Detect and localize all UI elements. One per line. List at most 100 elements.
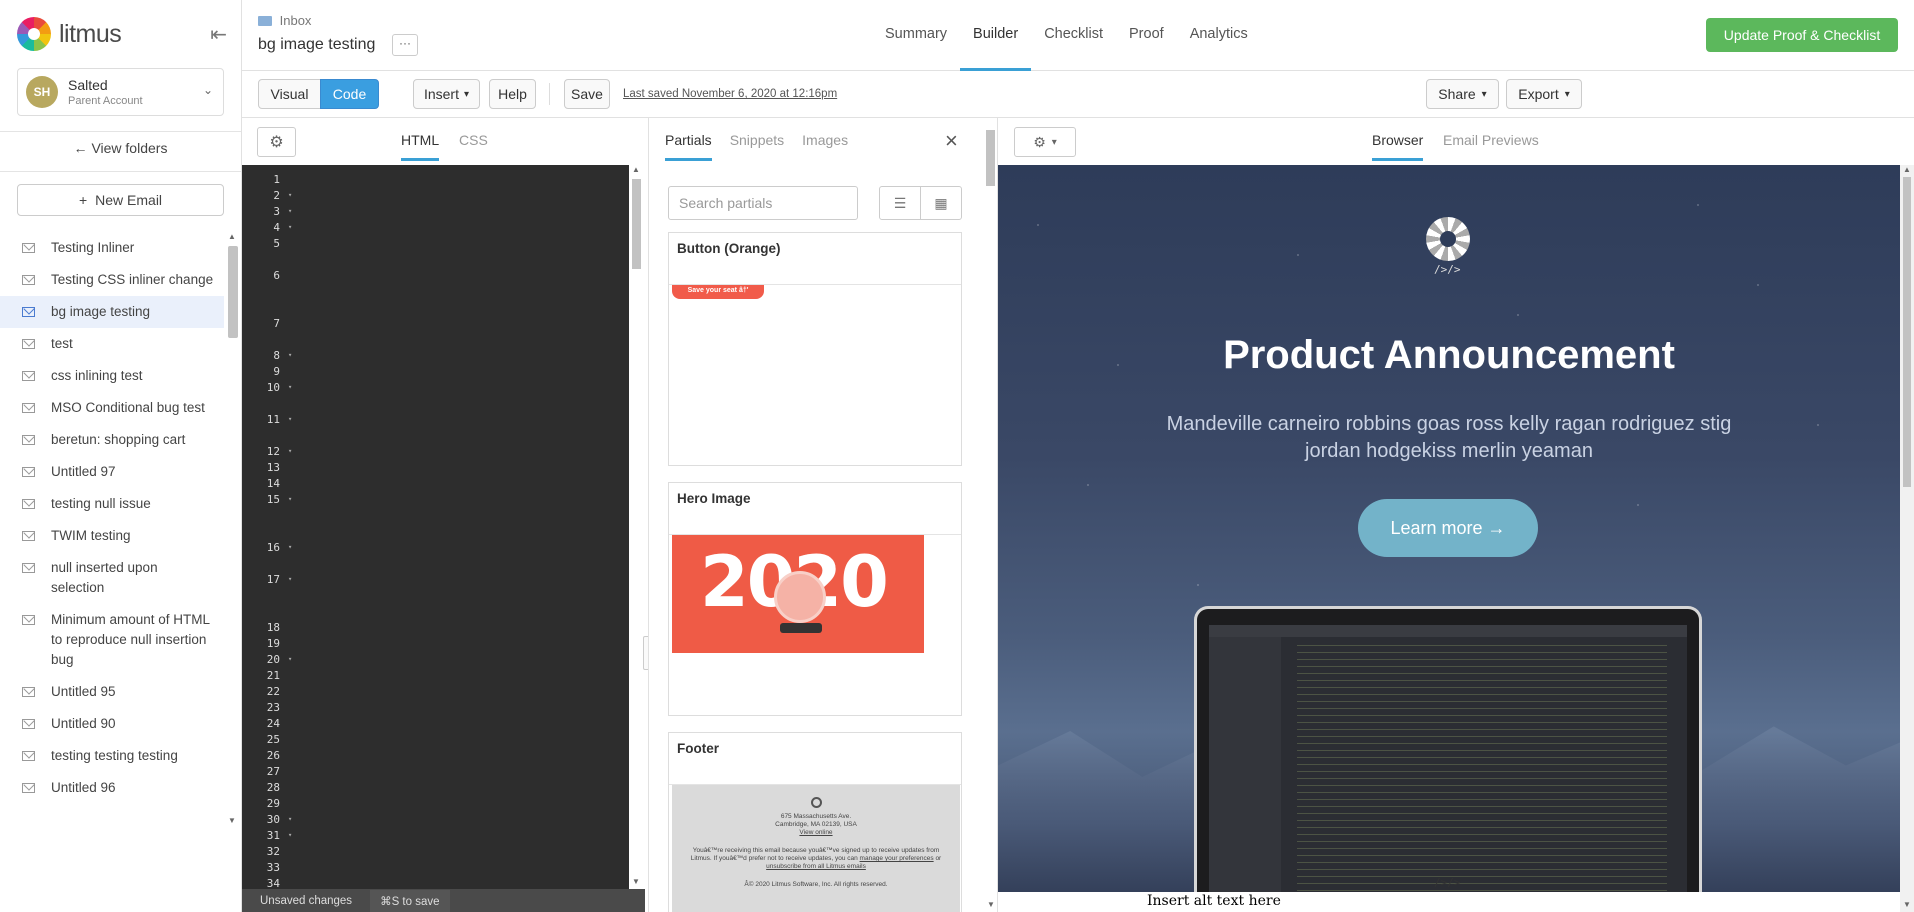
account-switcher[interactable]: SH Salted Parent Account ⌄	[17, 68, 224, 116]
list-item[interactable]: Minimum amount of HTML to reproduce null…	[0, 604, 224, 676]
scrollbar-thumb[interactable]	[1903, 177, 1911, 487]
scrollbar-thumb[interactable]	[632, 179, 641, 269]
list-item[interactable]: Untitled 95	[0, 676, 224, 708]
new-email-button[interactable]: + New Email	[17, 184, 224, 216]
fold-arrow-icon[interactable]: ▾	[288, 815, 292, 823]
plus-icon: +	[78, 192, 88, 208]
screen-code-lines	[1297, 645, 1667, 892]
update-proof-checklist-button[interactable]: Update Proof & Checklist	[1706, 18, 1898, 52]
fold-arrow-icon[interactable]: ▾	[288, 223, 292, 231]
partial-card-hero[interactable]: Hero Image 2020	[668, 482, 962, 716]
scroll-down-icon[interactable]: ▼	[228, 816, 236, 825]
last-saved-link[interactable]: Last saved November 6, 2020 at 12:16pm	[623, 88, 837, 100]
preview-pane: ⚙ ▾ Browser Email Previews />/> Product …	[998, 118, 1914, 912]
scroll-up-icon[interactable]: ▲	[1903, 165, 1911, 174]
search-partials-input[interactable]: Search partials	[668, 186, 858, 220]
list-item[interactable]: Testing CSS inliner change	[0, 264, 224, 296]
list-item[interactable]: Untitled 90	[0, 708, 224, 740]
laptop-image	[1194, 606, 1702, 892]
fold-arrow-icon[interactable]: ▾	[288, 207, 292, 215]
breadcrumb[interactable]: Inbox	[258, 13, 311, 28]
tab-snippets[interactable]: Snippets	[730, 132, 784, 161]
list-item[interactable]: testing testing testing	[0, 740, 224, 772]
close-icon[interactable]: ×	[945, 128, 958, 154]
tab-analytics[interactable]: Analytics	[1177, 0, 1261, 71]
fold-arrow-icon[interactable]: ▾	[288, 351, 292, 359]
fold-arrow-icon[interactable]: ▾	[288, 191, 292, 199]
list-item[interactable]: test	[0, 328, 224, 360]
code-mode-button[interactable]: Code	[320, 79, 379, 109]
gear-icon[interactable]: ⚙	[257, 127, 296, 157]
list-item[interactable]: testing null issue	[0, 488, 224, 520]
line-number: 10	[266, 381, 280, 394]
scroll-down-icon[interactable]: ▼	[987, 900, 995, 909]
fold-arrow-icon[interactable]: ▾	[288, 495, 292, 503]
line-number: 17	[266, 573, 280, 586]
sidebar-scrollbar[interactable]: ▲ ▼	[228, 232, 238, 828]
tab-summary[interactable]: Summary	[872, 0, 960, 71]
insert-dropdown[interactable]: Insert ▾	[413, 79, 480, 109]
scroll-down-icon[interactable]: ▼	[1903, 900, 1911, 909]
fold-arrow-icon[interactable]: ▾	[288, 415, 292, 423]
share-dropdown[interactable]: Share ▾	[1426, 79, 1499, 109]
collapse-sidebar-icon[interactable]: ⇤	[210, 22, 227, 47]
line-number: 24	[266, 717, 280, 730]
main-nav: Summary Builder Checklist Proof Analytic…	[872, 0, 1261, 71]
list-item[interactable]: beretun: shopping cart	[0, 424, 224, 456]
list-item[interactable]: null inserted upon selection	[0, 552, 224, 604]
learn-more-button[interactable]: Learn more →	[1358, 499, 1538, 557]
view-folders-link[interactable]: ← View folders	[0, 140, 241, 162]
fold-arrow-icon[interactable]: ▾	[288, 383, 292, 391]
scrollbar-thumb[interactable]	[228, 246, 238, 338]
tab-browser[interactable]: Browser	[1372, 132, 1424, 161]
save-button[interactable]: Save	[564, 79, 610, 109]
fold-arrow-icon[interactable]: ▾	[288, 575, 292, 583]
tab-css[interactable]: CSS	[459, 132, 488, 158]
preview-scrollbar[interactable]: ▲ ▼	[1900, 165, 1914, 912]
scroll-down-icon[interactable]: ▼	[632, 877, 640, 886]
list-item[interactable]: Untitled 96	[0, 772, 224, 804]
tab-checklist[interactable]: Checklist	[1031, 0, 1116, 71]
scroll-up-icon[interactable]: ▲	[228, 232, 236, 241]
fold-arrow-icon[interactable]: ▾	[288, 447, 292, 455]
fold-arrow-icon[interactable]: ▾	[288, 543, 292, 551]
list-item-label: TWIM testing	[51, 528, 131, 543]
list-item[interactable]: css inlining test	[0, 360, 224, 392]
partial-card-button[interactable]: Button (Orange) Save your seat â†'	[668, 232, 962, 466]
fold-arrow-icon[interactable]: ▾	[288, 831, 292, 839]
mail-icon	[22, 275, 35, 285]
scroll-up-icon[interactable]: ▲	[632, 165, 640, 174]
list-item[interactable]: TWIM testing	[0, 520, 224, 552]
view-toggle: ☰ ▦	[879, 186, 962, 220]
list-item[interactable]: MSO Conditional bug test	[0, 392, 224, 424]
list-item-label: testing null issue	[51, 496, 151, 511]
editor-scrollbar[interactable]: ▲ ▼	[629, 165, 645, 889]
code-editor[interactable]: 1 2 ▾ 3 ▾ 4 ▾ 5 6 7 8 ▾ 9 10 ▾ 11 ▾ 12 ▾ 13 14 15 ▾ 16 ▾ 17 ▾ 18 19 2…	[242, 165, 629, 889]
fold-arrow-icon[interactable]: ▾	[288, 655, 292, 663]
grid-view-icon[interactable]: ▦	[920, 187, 961, 219]
line-number: 22	[266, 685, 280, 698]
code-pane-header: ⚙ HTML CSS	[242, 118, 648, 165]
more-options-button[interactable]: ···	[392, 34, 418, 56]
tab-email-previews[interactable]: Email Previews	[1443, 132, 1539, 158]
export-dropdown[interactable]: Export ▾	[1506, 79, 1582, 109]
partials-scrollbar[interactable]: ▼	[984, 118, 997, 912]
tab-builder[interactable]: Builder	[960, 0, 1032, 71]
tab-partials[interactable]: Partials	[665, 132, 712, 161]
footer-copyright: Â© 2020 Litmus Software, Inc. All rights…	[744, 881, 888, 888]
partial-card-footer[interactable]: Footer 675 Massachusetts Ave. Cambridge,…	[668, 732, 962, 912]
tab-proof[interactable]: Proof	[1116, 0, 1177, 71]
mail-icon	[22, 615, 35, 625]
list-item[interactable]: Untitled 97	[0, 456, 224, 488]
tab-images[interactable]: Images	[802, 132, 848, 161]
help-button[interactable]: Help	[489, 79, 536, 109]
save-shortcut-hint: ⌘S to save	[370, 889, 450, 912]
list-item[interactable]: Testing Inliner	[0, 232, 224, 264]
visual-mode-button[interactable]: Visual	[258, 79, 321, 109]
tab-html[interactable]: HTML	[401, 132, 440, 161]
preview-settings-dropdown[interactable]: ⚙ ▾	[1014, 127, 1076, 157]
chevron-down-icon: ▾	[1051, 136, 1057, 148]
scrollbar-thumb[interactable]	[986, 130, 995, 186]
list-view-icon[interactable]: ☰	[880, 187, 920, 219]
list-item-active[interactable]: bg image testing	[0, 296, 224, 328]
